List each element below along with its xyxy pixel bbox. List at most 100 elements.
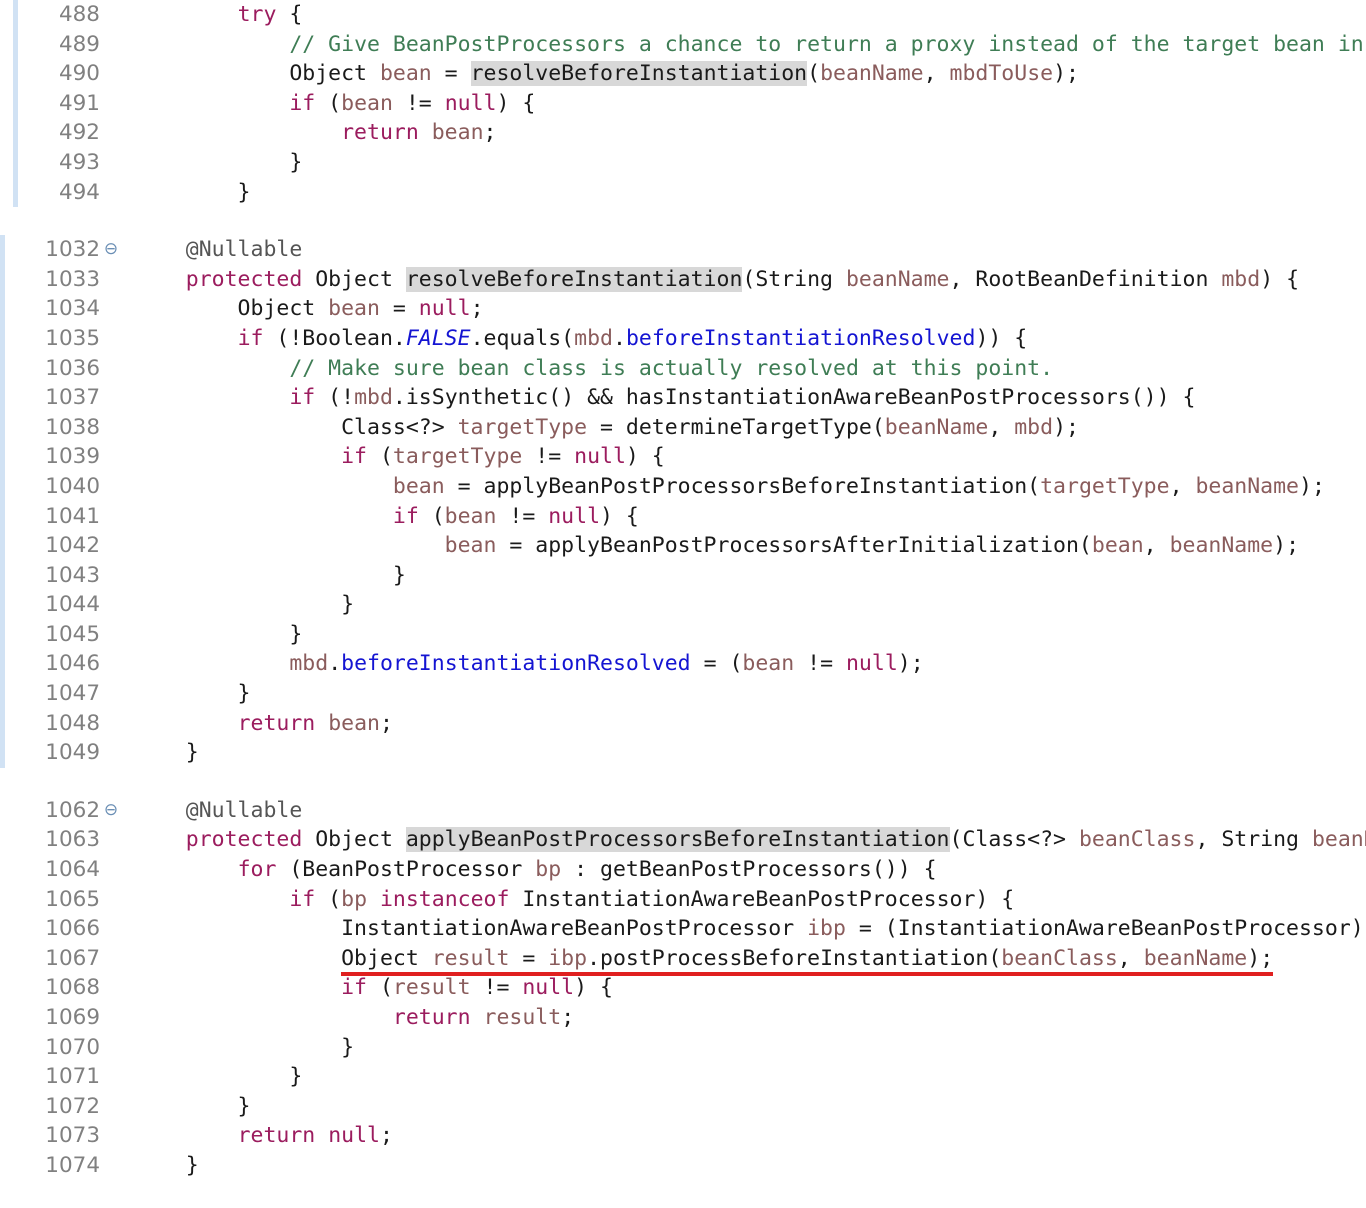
code-line[interactable]: 1032 ⊖ @Nullable	[0, 235, 1366, 265]
code-line[interactable]: 1041 if (bean != null) {	[0, 502, 1366, 532]
code-text: InstantiationAwareBeanPostProcessor ibp …	[134, 914, 1366, 944]
code-token: mbd	[1014, 414, 1054, 440]
code-token: ,	[923, 61, 950, 87]
code-text: }	[134, 178, 251, 208]
code-token: instanceof	[379, 886, 510, 912]
code-text: return result;	[134, 1003, 574, 1033]
code-line[interactable]: 1035 if (!Boolean.FALSE.equals(mbd.befor…	[0, 324, 1366, 354]
code-line[interactable]: 1034 Object bean = null;	[0, 294, 1366, 324]
code-line[interactable]: 1042 bean = applyBeanPostProcessorsAfter…	[0, 531, 1366, 561]
code-line[interactable]: 1070 }	[0, 1033, 1366, 1063]
code-line[interactable]: 1073 return null;	[0, 1121, 1366, 1151]
code-line[interactable]: 1047 }	[0, 679, 1366, 709]
code-line[interactable]: 1046 mbd.beforeInstantiationResolved = (…	[0, 649, 1366, 679]
code-line[interactable]: 1036 // Make sure bean class is actually…	[0, 354, 1366, 384]
line-number: 1036	[45, 355, 100, 381]
code-token: // Make sure bean class is actually reso…	[289, 355, 1054, 381]
code-line[interactable]: 1068 if (result != null) {	[0, 973, 1366, 1003]
code-line[interactable]: 1063 protected Object applyBeanPostProce…	[0, 825, 1366, 855]
code-token: null	[444, 90, 497, 116]
code-line[interactable]: 1043 }	[0, 561, 1366, 591]
code-text: Object bean = resolveBeforeInstantiation…	[134, 59, 1079, 89]
code-token: result	[483, 1005, 562, 1030]
code-token: InstantiationAwareBeanPostProcessor) {	[509, 886, 1015, 912]
code-token: ,	[1169, 473, 1196, 499]
code-line[interactable]: 489 // Give BeanPostProcessors a chance …	[0, 30, 1366, 60]
code-line[interactable]: 1065 if (bp instanceof InstantiationAwar…	[0, 885, 1366, 915]
code-line[interactable]: 1044 }	[0, 590, 1366, 620]
code-line[interactable]: 1069 return result;	[0, 1003, 1366, 1033]
code-token: }	[134, 740, 199, 766]
code-token: bean	[341, 90, 393, 116]
code-line[interactable]: 492 return bean;	[0, 118, 1366, 148]
code-line[interactable]: 1066 InstantiationAwareBeanPostProcessor…	[0, 914, 1366, 944]
code-text: }	[134, 1033, 354, 1063]
code-line[interactable]: 1062 ⊖ @Nullable	[0, 796, 1366, 826]
line-number: 1066	[45, 916, 100, 942]
code-token: bean	[328, 710, 380, 736]
code-token: !=	[496, 503, 549, 529]
code-token: return	[237, 1123, 316, 1149]
code-token: beanName	[1195, 473, 1300, 499]
code-line[interactable]: 1045 }	[0, 620, 1366, 650]
code-line[interactable]: 1064 for (BeanPostProcessor bp : getBean…	[0, 855, 1366, 885]
code-line[interactable]: 490 Object bean = resolveBeforeInstantia…	[0, 59, 1366, 89]
code-token: if	[289, 90, 316, 116]
collapse-minus-icon[interactable]: ⊖	[102, 796, 120, 826]
line-number: 1044	[45, 592, 100, 618]
code-line[interactable]: 1071 }	[0, 1062, 1366, 1092]
code-line[interactable]: 1049 }	[0, 738, 1366, 768]
code-line[interactable]: 1067 Object result = ibp.postProcessBefo…	[0, 944, 1366, 976]
line-number: 494	[58, 179, 100, 205]
code-line[interactable]: 1039 if (targetType != null) {	[0, 442, 1366, 472]
code-token: ,	[1117, 945, 1144, 976]
code-token: }	[134, 1093, 251, 1119]
code-text: if (bp instanceof InstantiationAwareBean…	[134, 885, 1014, 915]
code-token: ;	[483, 120, 497, 146]
code-line[interactable]: 491 if (bean != null) {	[0, 89, 1366, 119]
code-token: (!	[315, 385, 355, 411]
code-text: // Give BeanPostProcessors a chance to r…	[134, 30, 1366, 60]
code-text: }	[134, 590, 354, 620]
code-line[interactable]: 1033 protected Object resolveBeforeInsta…	[0, 265, 1366, 295]
code-line[interactable]: 1072 }	[0, 1092, 1366, 1122]
code-token: bean	[444, 503, 497, 529]
code-line[interactable]: 494 }	[0, 178, 1366, 208]
code-line[interactable]: 1074 }	[0, 1151, 1366, 1181]
code-line[interactable]: 1048 return bean;	[0, 709, 1366, 739]
code-text: @Nullable	[134, 235, 303, 265]
code-token: FALSE	[405, 325, 471, 351]
code-line[interactable]: 1038 Class<?> targetType = determineTarg…	[0, 413, 1366, 443]
code-line[interactable]: 493 }	[0, 148, 1366, 178]
code-token: ) {	[574, 975, 613, 1001]
code-token: = applyBeanPostProcessorsAfterInitializa…	[496, 533, 1092, 559]
code-text: if (!mbd.isSynthetic() && hasInstantiati…	[134, 383, 1195, 413]
code-text: if (bean != null) {	[134, 89, 535, 119]
code-token: result	[392, 975, 471, 1001]
line-number: 1069	[45, 1005, 100, 1030]
code-line[interactable]: 1037 if (!mbd.isSynthetic() && hasInstan…	[0, 383, 1366, 413]
code-line[interactable]: 1040 bean = applyBeanPostProcessorsBefor…	[0, 472, 1366, 502]
code-editor-view[interactable]: 488 try {489 // Give BeanPostProcessors …	[0, 0, 1366, 1208]
code-token: null	[522, 975, 575, 1001]
line-number: 490	[58, 61, 100, 87]
code-text: @Nullable	[134, 796, 303, 826]
code-token: targetType	[457, 414, 588, 440]
collapse-minus-icon[interactable]: ⊖	[102, 235, 120, 265]
line-number: 1038	[45, 414, 100, 440]
code-token: );	[1247, 945, 1274, 976]
code-line[interactable]: 488 try {	[0, 0, 1366, 30]
code-token: (	[315, 90, 342, 116]
code-token: return	[237, 710, 316, 736]
